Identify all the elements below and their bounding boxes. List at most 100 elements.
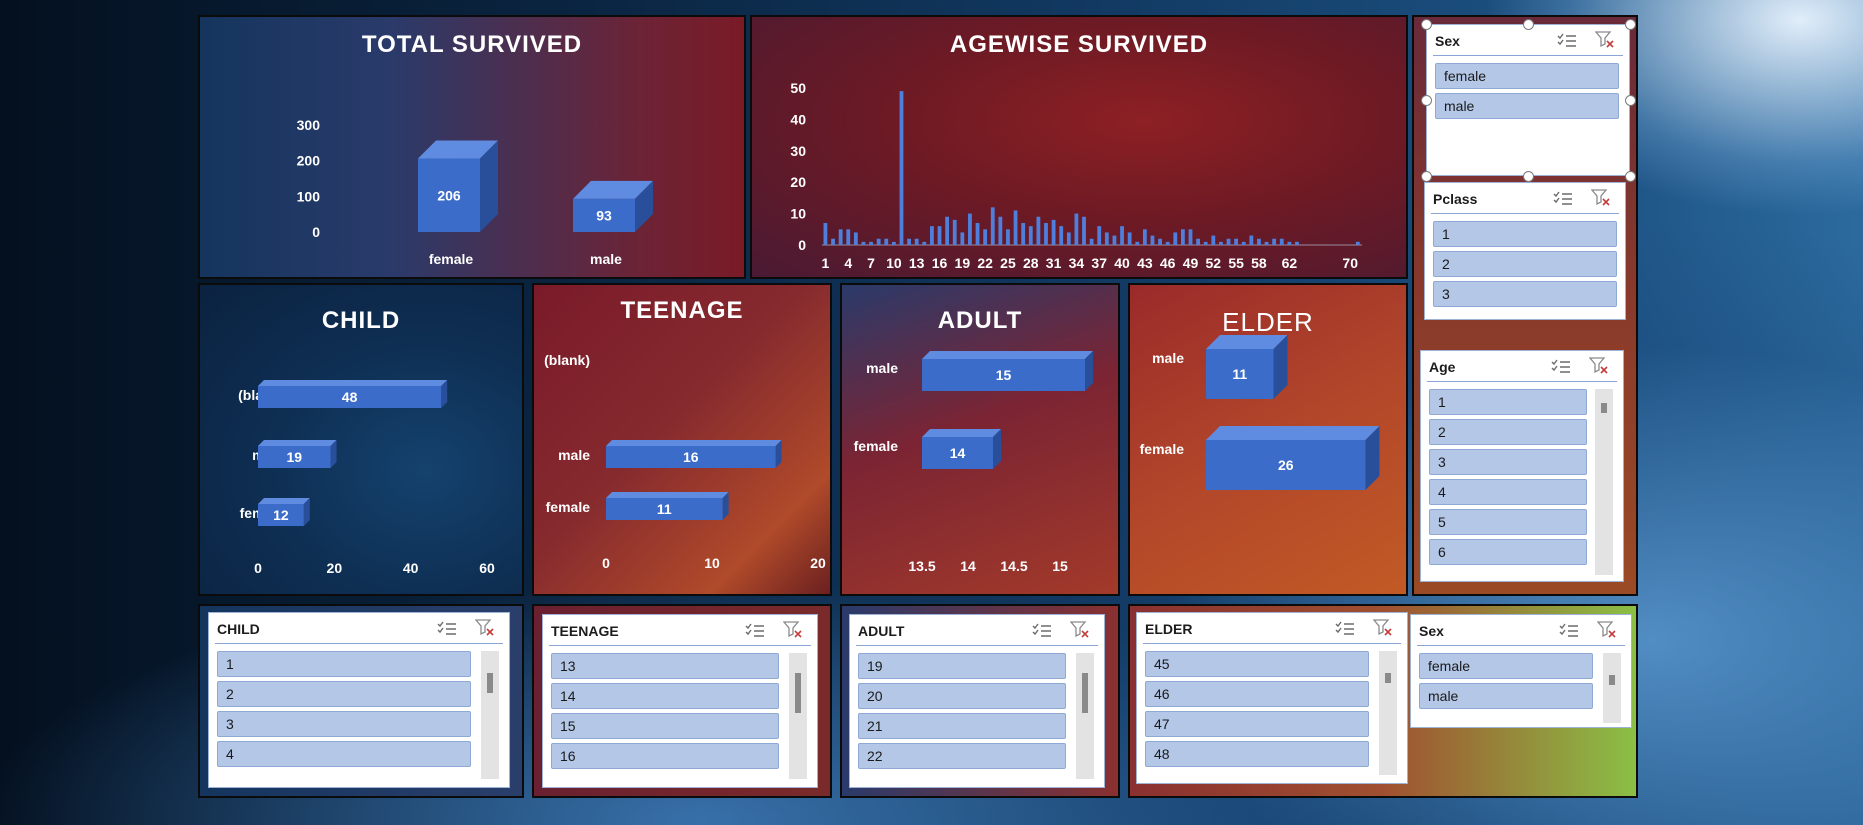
- bar-age-9: [884, 238, 889, 245]
- x-tick-label: 37: [1091, 255, 1107, 271]
- slicer-item-15[interactable]: 15: [551, 713, 779, 739]
- slicer-item-5[interactable]: 5: [1429, 509, 1587, 535]
- teenage-slicer[interactable]: TEENAGE 13 14 15 16: [542, 614, 818, 788]
- elder-slicer[interactable]: ELDER 45 46 47 48: [1136, 612, 1408, 784]
- bar-age-47: [1173, 232, 1178, 245]
- multi-select-icon[interactable]: [1032, 623, 1052, 639]
- slicer-item-2[interactable]: 2: [1429, 419, 1587, 445]
- sex-slicer-bottom[interactable]: Sex female male: [1410, 614, 1632, 728]
- slicer-item-6[interactable]: 6: [1429, 539, 1587, 565]
- slicer-item-female[interactable]: female: [1435, 63, 1619, 89]
- scrollbar[interactable]: [1076, 653, 1094, 779]
- bar-male-top: [258, 440, 337, 446]
- age-slicer[interactable]: Age 1 2 3 4 5 6: [1420, 350, 1624, 582]
- scrollbar-thumb[interactable]: [1609, 675, 1615, 685]
- child-panel: CHILD 0204060(blank)48male19female12: [198, 283, 524, 596]
- slicer-item-1[interactable]: 1: [217, 651, 471, 677]
- x-tick-label: 10: [886, 255, 902, 271]
- slicer-divider: [1427, 381, 1617, 382]
- slicer-title: Sex: [1419, 623, 1444, 639]
- slicer-item-47[interactable]: 47: [1145, 711, 1369, 737]
- slicer-item-1[interactable]: 1: [1429, 389, 1587, 415]
- clear-filter-icon[interactable]: [1595, 31, 1615, 49]
- bar-age-38: [1104, 232, 1109, 245]
- pclass-slicer[interactable]: Pclass 1 2 3: [1424, 182, 1626, 320]
- clear-filter-icon[interactable]: [1597, 621, 1617, 639]
- slicer-item-3[interactable]: 3: [217, 711, 471, 737]
- slicer-item-2[interactable]: 2: [217, 681, 471, 707]
- slicer-item-13[interactable]: 13: [551, 653, 779, 679]
- slicer-item-16[interactable]: 16: [551, 743, 779, 769]
- multi-select-icon[interactable]: [437, 621, 457, 637]
- slicer-item-male[interactable]: male: [1435, 93, 1619, 119]
- teenage-chart: 0 10 20 (blank) male 16 female 11: [544, 352, 826, 571]
- adult-slicer[interactable]: ADULT 19 20 21 22: [849, 614, 1105, 788]
- child-slicer[interactable]: CHILD 1 2 3 4: [208, 612, 510, 788]
- slicer-item-14[interactable]: 14: [551, 683, 779, 709]
- slicer-item-19[interactable]: 19: [858, 653, 1066, 679]
- scrollbar-thumb[interactable]: [1601, 403, 1607, 413]
- sex-slicer-top[interactable]: Sex female male: [1426, 24, 1630, 176]
- bar-female-top: [1206, 426, 1380, 440]
- slicer-divider: [549, 645, 811, 646]
- clear-filter-icon[interactable]: [1591, 189, 1611, 207]
- clear-filter-icon[interactable]: [475, 619, 495, 637]
- scrollbar-thumb[interactable]: [795, 673, 801, 713]
- slicer-item-20[interactable]: 20: [858, 683, 1066, 709]
- resize-handle[interactable]: [1523, 19, 1534, 30]
- scrollbar[interactable]: [1603, 653, 1621, 723]
- multi-select-icon[interactable]: [1551, 359, 1571, 375]
- scrollbar[interactable]: [1379, 651, 1397, 775]
- bar-age-55: [1234, 238, 1239, 245]
- resize-handle[interactable]: [1523, 171, 1534, 182]
- bar-male-top: [922, 351, 1093, 359]
- bar-age-37: [1097, 226, 1102, 245]
- scrollbar-thumb[interactable]: [487, 673, 493, 693]
- slicer-item-2[interactable]: 2: [1433, 251, 1617, 277]
- slicer-item-4[interactable]: 4: [217, 741, 471, 767]
- child-chart: 0204060(blank)48male19female12: [238, 380, 495, 576]
- scrollbar-thumb[interactable]: [1082, 673, 1088, 713]
- clear-filter-icon[interactable]: [1070, 621, 1090, 639]
- multi-select-icon[interactable]: [1559, 623, 1579, 639]
- slicer-item-46[interactable]: 46: [1145, 681, 1369, 707]
- y-tick-label: 20: [790, 174, 806, 190]
- adult-chart: 13.5 14 14.5 15 male 15 female 14: [854, 351, 1093, 574]
- clear-filter-icon[interactable]: [1373, 619, 1393, 637]
- resize-handle[interactable]: [1421, 95, 1432, 106]
- resize-handle[interactable]: [1421, 19, 1432, 30]
- x-tick-label: 28: [1023, 255, 1039, 271]
- multi-select-icon[interactable]: [745, 623, 765, 639]
- slicer-item-21[interactable]: 21: [858, 713, 1066, 739]
- slicer-item-22[interactable]: 22: [858, 743, 1066, 769]
- clear-filter-icon[interactable]: [1589, 357, 1609, 375]
- scrollbar[interactable]: [481, 651, 499, 779]
- category-label: (blank): [544, 352, 590, 368]
- scrollbar[interactable]: [789, 653, 807, 779]
- resize-handle[interactable]: [1625, 171, 1636, 182]
- bar-age-29: [1036, 216, 1041, 245]
- scrollbar-thumb[interactable]: [1385, 673, 1391, 683]
- slicer-title: Age: [1429, 359, 1456, 375]
- slicer-item-1[interactable]: 1: [1433, 221, 1617, 247]
- slicer-item-3[interactable]: 3: [1429, 449, 1587, 475]
- resize-handle[interactable]: [1625, 95, 1636, 106]
- slicer-item-45[interactable]: 45: [1145, 651, 1369, 677]
- clear-filter-icon[interactable]: [783, 621, 803, 639]
- slicer-item-male[interactable]: male: [1419, 683, 1593, 709]
- bar-age-28: [1028, 226, 1033, 245]
- scrollbar[interactable]: [1595, 389, 1613, 575]
- bar-age-35: [1082, 216, 1086, 245]
- resize-handle[interactable]: [1625, 19, 1636, 30]
- multi-select-icon[interactable]: [1553, 191, 1573, 207]
- multi-select-icon[interactable]: [1335, 621, 1355, 637]
- slicer-item-48[interactable]: 48: [1145, 741, 1369, 767]
- slicer-item-female[interactable]: female: [1419, 653, 1593, 679]
- bar-age-22: [983, 229, 988, 245]
- data-label: 14: [950, 445, 966, 461]
- slicer-item-3[interactable]: 3: [1433, 281, 1617, 307]
- resize-handle[interactable]: [1421, 171, 1432, 182]
- slicer-item-4[interactable]: 4: [1429, 479, 1587, 505]
- category-label: female: [854, 438, 899, 454]
- multi-select-icon[interactable]: [1557, 33, 1577, 49]
